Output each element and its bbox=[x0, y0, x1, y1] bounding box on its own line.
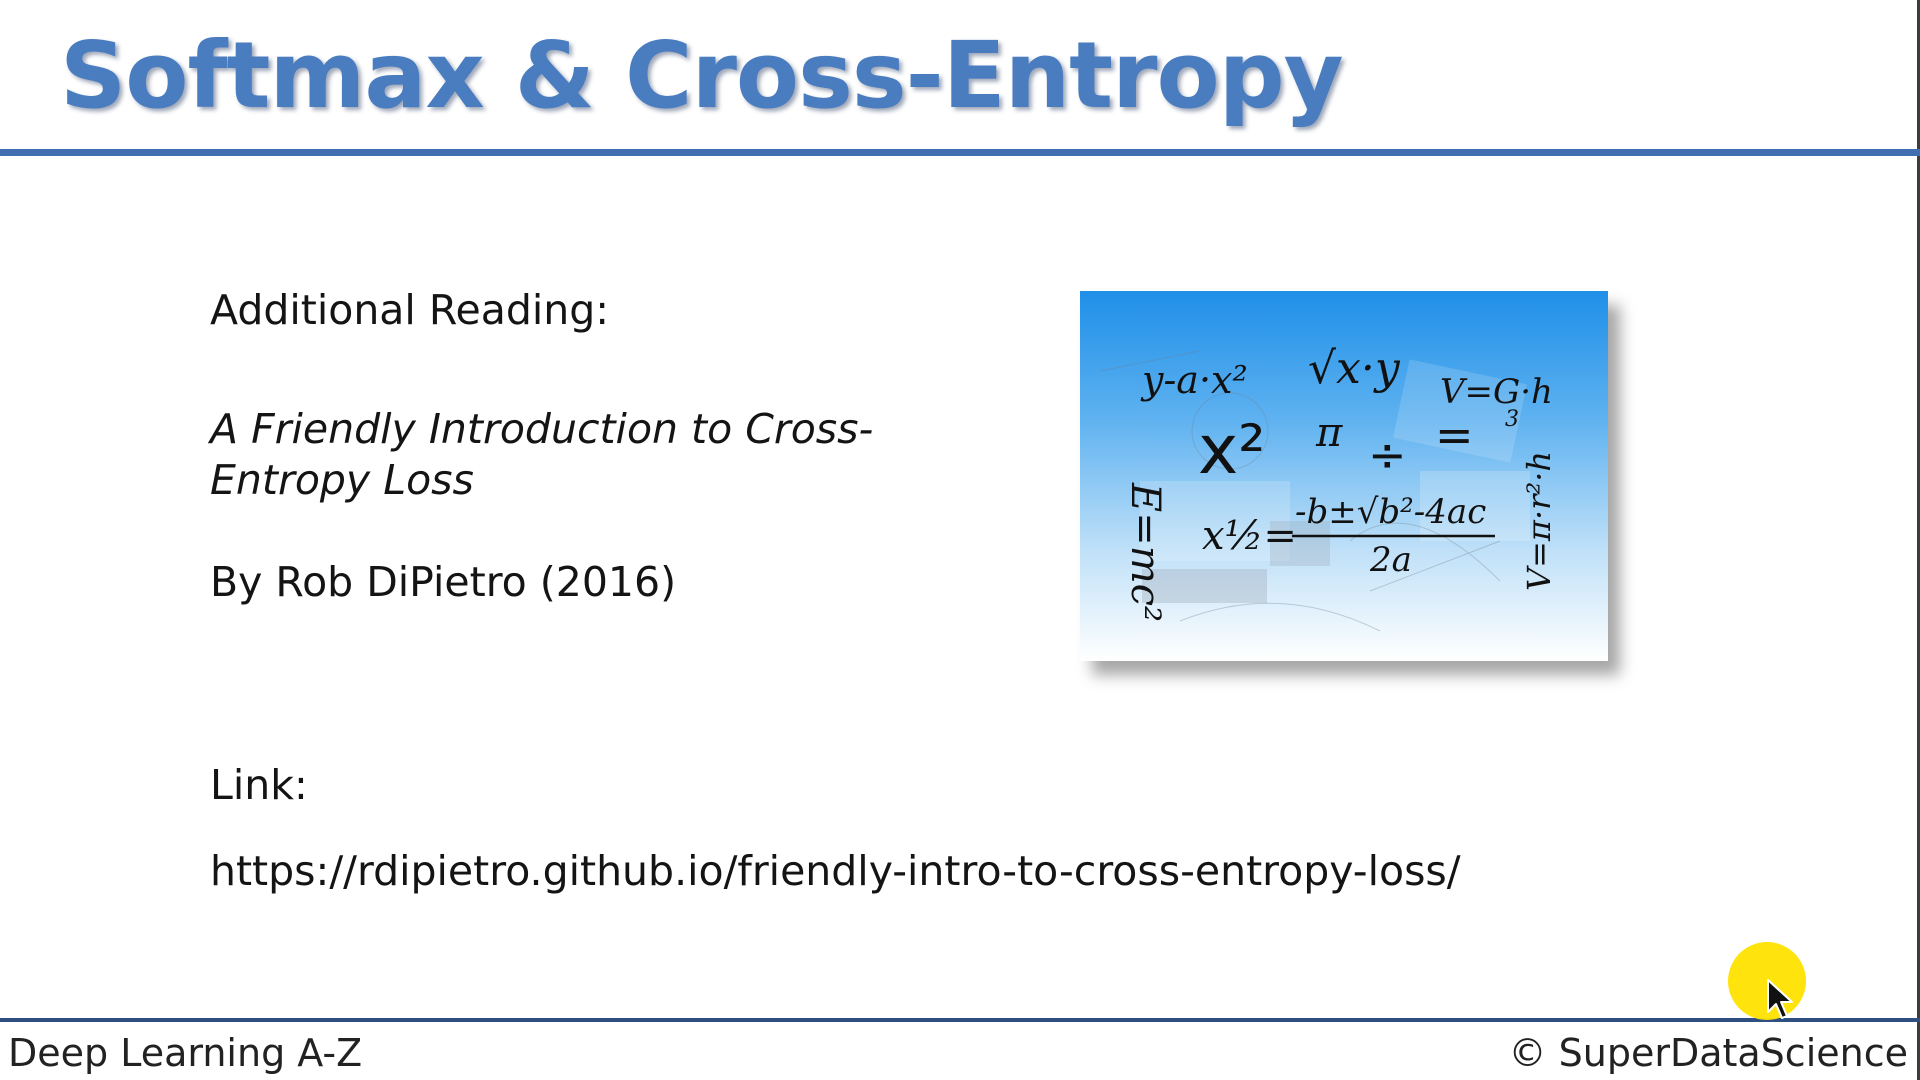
formula-cylinder-volume: V=π·r²·h bbox=[1520, 451, 1558, 591]
formula-volume-denominator: 3 bbox=[1505, 407, 1519, 432]
additional-reading-heading: Additional Reading: bbox=[210, 286, 610, 334]
course-name: Deep Learning A-Z bbox=[8, 1031, 363, 1075]
mouse-pointer-icon bbox=[1767, 979, 1793, 1019]
copyright-notice: © SuperDataScience bbox=[1508, 1031, 1908, 1075]
formula-equals: = bbox=[1435, 408, 1474, 462]
math-formulas-image: y-a·x² √x·y V=G·h 3 x² π ÷ = E=mc² x½= -… bbox=[1080, 291, 1608, 661]
article-byline: By Rob DiPietro (2016) bbox=[210, 558, 677, 606]
formula-pi: π bbox=[1315, 410, 1343, 456]
math-formulas-graphic: y-a·x² √x·y V=G·h 3 x² π ÷ = E=mc² x½= -… bbox=[1099, 343, 1558, 632]
title-divider bbox=[0, 149, 1920, 156]
formula-volume: V=G·h bbox=[1440, 372, 1553, 412]
formula-sqrt: √x·y bbox=[1308, 343, 1401, 394]
mouse-cursor bbox=[1728, 942, 1808, 1022]
formula-divide: ÷ bbox=[1368, 428, 1407, 482]
formula-parabola: y-a·x² bbox=[1140, 358, 1248, 402]
link-label: Link: bbox=[210, 761, 308, 809]
formula-emc2: E=mc² bbox=[1122, 482, 1168, 622]
formula-x-squared: x² bbox=[1198, 411, 1266, 490]
formula-quadratic-numerator: -b±√b²-4ac bbox=[1295, 492, 1486, 532]
article-link[interactable]: https://rdipietro.github.io/friendly-int… bbox=[210, 846, 1461, 897]
formula-x-half: x½= bbox=[1202, 513, 1297, 559]
article-title: A Friendly Introduction to Cross-Entropy… bbox=[210, 405, 874, 504]
formula-quadratic-denominator: 2a bbox=[1369, 540, 1412, 580]
footer-divider bbox=[0, 1018, 1920, 1022]
slide: Softmax & Cross-Entropy Additional Readi… bbox=[0, 0, 1920, 1080]
slide-title: Softmax & Cross-Entropy bbox=[60, 22, 1344, 129]
